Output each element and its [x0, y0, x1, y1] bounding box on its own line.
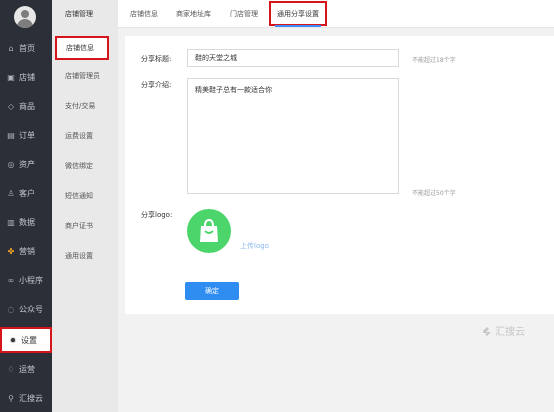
shopping-bag-icon: [200, 218, 218, 242]
submenu-item-store-info[interactable]: 店铺信息: [55, 36, 109, 60]
tab-address-library[interactable]: 商家地址库: [176, 0, 211, 28]
submenu-item-store-admin[interactable]: 店铺管理员: [52, 65, 118, 87]
tab-store-management[interactable]: 门店管理: [230, 0, 258, 28]
avatar[interactable]: [14, 6, 36, 28]
tab-bar: 店铺信息 商家地址库 门店管理 通用分享设置: [118, 0, 554, 28]
nav-item-data[interactable]: ▥ 数据: [0, 209, 52, 235]
nav-item-home[interactable]: ⌂ 首页: [0, 35, 52, 61]
user-icon: ♙: [7, 188, 15, 198]
submenu-item-payment[interactable]: 支付/交易: [52, 95, 118, 117]
submenu-item-sms[interactable]: 短信通知: [52, 185, 118, 207]
tab-share-settings[interactable]: 通用分享设置: [269, 1, 327, 27]
nav-item-store[interactable]: ▣ 店铺: [0, 64, 52, 90]
nav-item-goods[interactable]: ◇ 商品: [0, 93, 52, 119]
nav-item-assets[interactable]: ◎ 资产: [0, 151, 52, 177]
share-title-hint: 不能超过18个字: [412, 57, 456, 64]
share-intro-label: 分享介绍:: [141, 81, 172, 89]
chart-icon: ▥: [7, 217, 15, 227]
operation-icon: ♢: [7, 364, 15, 374]
tag-icon: ◇: [7, 101, 15, 111]
order-icon: ▤: [7, 130, 15, 140]
nav-item-marketing[interactable]: ✤ 营销: [0, 238, 52, 264]
store-icon: ▣: [7, 72, 15, 82]
nav-item-orders[interactable]: ▤ 订单: [0, 122, 52, 148]
settings-submenu: 店铺管理 店铺信息 店铺管理员 支付/交易 运费设置 微信绑定 短信通知 商户证…: [52, 0, 118, 412]
huisouyun-watermark: 汇搜云: [481, 323, 525, 338]
confirm-button[interactable]: 确定: [185, 282, 239, 300]
share-logo-label: 分享logo:: [141, 211, 173, 219]
submenu-title: 店铺管理: [65, 10, 93, 18]
share-intro-textarea[interactable]: 精美鞋子总有一款适合你: [187, 78, 399, 194]
nav-item-official-account[interactable]: ◌ 公众号: [0, 296, 52, 322]
nav-item-settings[interactable]: ✹ 设置: [0, 327, 52, 353]
huisouyun-logo-icon: [483, 326, 491, 336]
tab-store-info[interactable]: 店铺信息: [130, 0, 158, 28]
share-title-label: 分享标题:: [141, 55, 172, 63]
share-logo-image: [187, 209, 231, 253]
share-title-input[interactable]: 鞋的天堂之城: [187, 49, 399, 67]
gear-icon: ✹: [9, 335, 17, 345]
submenu-item-certificate[interactable]: 商户证书: [52, 215, 118, 237]
upload-logo-link[interactable]: 上传logo: [240, 241, 269, 251]
nav-item-huisouyun[interactable]: ⚲ 汇搜云: [0, 385, 52, 411]
share-intro-hint: 不能超过50个字: [412, 190, 456, 197]
miniprogram-icon: ∞: [7, 275, 15, 285]
nav-item-operation[interactable]: ♢ 运营: [0, 356, 52, 382]
coin-icon: ◎: [7, 159, 15, 169]
nav-item-customers[interactable]: ♙ 客户: [0, 180, 52, 206]
main-sidebar: ⌂ 首页 ▣ 店铺 ◇ 商品 ▤ 订单 ◎ 资产 ♙ 客户 ▥ 数据 ✤ 营销 ∞ 小程序 ◌ 公众…: [0, 0, 52, 412]
home-icon: ⌂: [8, 43, 14, 53]
nav-item-miniprogram[interactable]: ∞ 小程序: [0, 267, 52, 293]
submenu-item-general[interactable]: 通用设置: [52, 245, 118, 267]
wechat-icon: ◌: [7, 304, 15, 314]
huisouyun-icon: ⚲: [8, 393, 14, 403]
submenu-item-shipping[interactable]: 运费设置: [52, 125, 118, 147]
submenu-item-wechat-binding[interactable]: 微信绑定: [52, 155, 118, 177]
apps-icon: ✤: [7, 246, 15, 256]
